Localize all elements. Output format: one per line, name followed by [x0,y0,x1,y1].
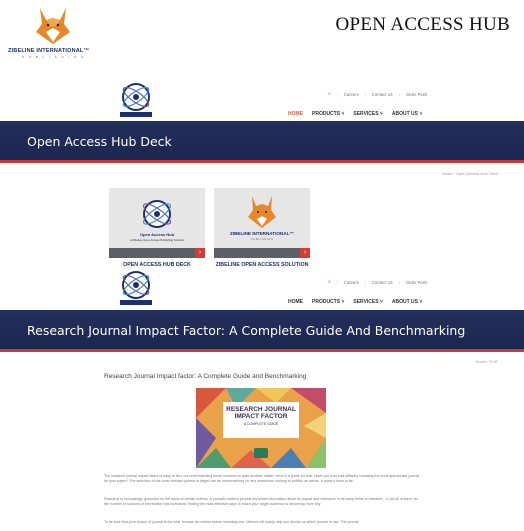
nav-products[interactable]: PRODUCTS ˅ [312,299,344,305]
card-logo-text: ZIBELINE INTERNATIONAL™ [230,231,294,236]
breadcrumb-2[interactable]: Home / RJIF [476,359,498,364]
contact-us-link[interactable]: Contact Us [372,92,393,97]
open-access-hub-logo[interactable] [114,80,158,120]
nav-about-us[interactable]: ABOUT US ˅ [392,299,422,305]
open-access-hub-logo-2[interactable] [114,268,158,308]
cover-title: RESEARCH JOURNAL IMPACT FACTOR [226,406,296,420]
card-logo-sub: A Zibeline Open Access Publishing Soluti… [129,238,185,242]
nav-services[interactable]: SERVICES ˅ [353,299,383,305]
nav-services[interactable]: SERVICES ˅ [353,111,383,117]
nav-products[interactable]: PRODUCTS ˅ [312,111,344,117]
article-paragraph-1: The research journal impact factor is ea… [104,474,420,484]
hero-title: Open Access Hub Deck [27,134,172,149]
card-title[interactable]: ZIBELINE OPEN ACCESS SOLUTION [214,262,310,268]
page-title: OPEN ACCESS HUB [335,14,510,35]
chevron-right-icon[interactable]: › [300,248,310,258]
brand-name: ZIBELINE INTERNATIONAL™ [8,48,90,54]
card-caption-bar [109,248,205,258]
brand-subtitle: P U B L I S H I N G [22,55,86,59]
nav-about-us[interactable]: ABOUT US ˅ [392,111,422,117]
article-cover-image: RESEARCH JOURNAL IMPACT FACTOR A COMPLET… [196,388,326,468]
article-paragraph-2: Research is increasingly grounded on the… [104,497,418,507]
card-logo-text: Open Access Hub [139,232,175,237]
card-zibeline-open-access-solution[interactable]: ZIBELINE INTERNATIONAL™ P U B L I S H I … [214,188,310,268]
careers-link[interactable]: Careers [344,280,359,285]
contact-us-link[interactable]: Contact Us [372,280,393,285]
card-caption-bar [214,248,310,258]
top-utility-bar-2: ⌕ | Careers | Contact Us | Order Parts [328,279,428,285]
chevron-right-icon[interactable]: › [195,248,205,258]
search-icon[interactable]: ⌕ [328,91,331,97]
zibeline-fox-logo [22,6,84,46]
article-title: Research Journal Impact factor: A Comple… [104,373,307,380]
hero-banner: Open Access Hub Deck [0,121,524,163]
cover-subtitle: A COMPLETE GUIDE [243,422,279,426]
nav-home[interactable]: HOME [288,299,303,305]
breadcrumb[interactable]: Home / Open Access Hub Deck [442,171,498,176]
top-utility-bar: ⌕ | Careers | Contact Us | Order Parts [328,91,428,97]
main-navigation: HOME PRODUCTS ˅ SERVICES ˅ ABOUT US ˅ [288,111,422,117]
card-image[interactable]: ZIBELINE INTERNATIONAL™ P U B L I S H I … [214,188,310,258]
article-paragraph-3: To be sure that your choice of journal i… [104,520,359,524]
hero-title: Research Journal Impact Factor: A Comple… [27,323,466,338]
search-icon[interactable]: ⌕ [328,279,331,285]
order-parts-link[interactable]: Order Parts [406,280,428,285]
main-navigation-2: HOME PRODUCTS ˅ SERVICES ˅ ABOUT US ˅ [288,299,422,305]
card-image[interactable]: Open Access Hub A Zibeline Open Access P… [109,188,205,258]
card-logo-sub: P U B L I S H I N G [250,238,274,241]
cover-title-card: RESEARCH JOURNAL IMPACT FACTOR A COMPLET… [223,402,299,438]
careers-link[interactable]: Careers [344,92,359,97]
card-open-access-hub-deck[interactable]: Open Access Hub A Zibeline Open Access P… [109,188,205,268]
hero-banner-2: Research Journal Impact Factor: A Comple… [0,310,524,352]
nav-home[interactable]: HOME [288,111,303,117]
order-parts-link[interactable]: Order Parts [406,92,428,97]
